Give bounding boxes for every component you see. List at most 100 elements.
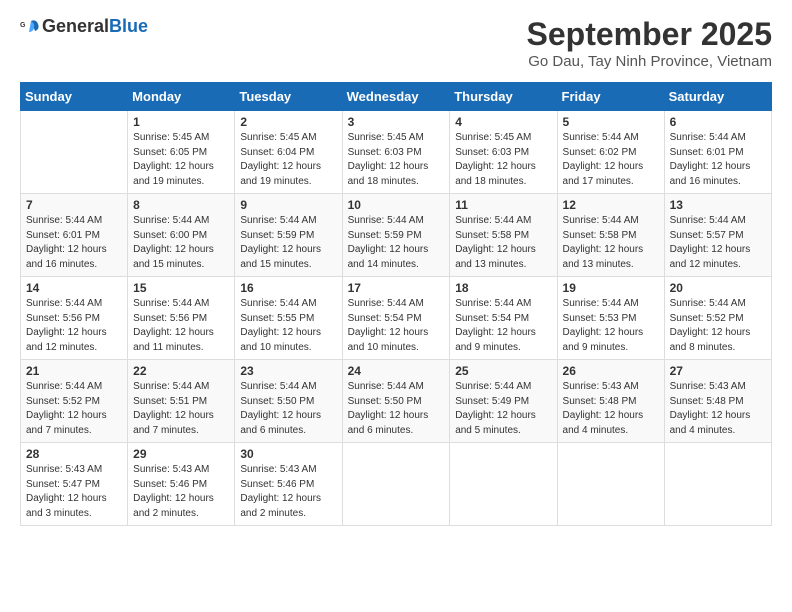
day-number: 30 — [240, 447, 336, 461]
location-title: Go Dau, Tay Ninh Province, Vietnam — [527, 53, 772, 70]
day-info: Sunrise: 5:44 AMSunset: 5:58 PMDaylight:… — [563, 214, 659, 272]
day-info: Sunrise: 5:44 AMSunset: 5:56 PMDaylight:… — [26, 297, 122, 355]
column-header-tuesday: Tuesday — [235, 83, 342, 111]
calendar-cell: 16Sunrise: 5:44 AMSunset: 5:55 PMDayligh… — [235, 277, 342, 360]
day-info: Sunrise: 5:44 AMSunset: 5:53 PMDaylight:… — [563, 297, 659, 355]
day-info: Sunrise: 5:44 AMSunset: 5:52 PMDaylight:… — [670, 297, 766, 355]
calendar-cell: 26 Sunrise: 5:43 AMSunset: 5:48 PMDayligh… — [557, 360, 664, 443]
day-number: 23 — [240, 364, 336, 378]
calendar-cell: 24 Sunrise: 5:44 AMSunset: 5:50 PMDayligh… — [342, 360, 450, 443]
logo-text-blue: Blue — [109, 16, 148, 36]
day-number: 8 — [133, 198, 229, 212]
day-number: 3 — [348, 115, 445, 129]
day-info: Sunrise: 5:44 AMSunset: 5:52 PMDaylight:… — [26, 380, 122, 438]
calendar-cell: 11 Sunrise: 5:44 AMSunset: 5:58 PMDayligh… — [450, 194, 557, 277]
column-header-thursday: Thursday — [450, 83, 557, 111]
column-header-saturday: Saturday — [664, 83, 771, 111]
calendar-cell: 2Sunrise: 5:45 AMSunset: 6:04 PMDaylight… — [235, 111, 342, 194]
day-info: Sunrise: 5:44 AMSunset: 5:54 PMDaylight:… — [348, 297, 445, 355]
calendar-cell: 9 Sunrise: 5:44 AMSunset: 5:59 PMDaylight… — [235, 194, 342, 277]
day-info: Sunrise: 5:44 AMSunset: 5:59 PMDaylight:… — [240, 214, 336, 272]
calendar-cell: 27Sunrise: 5:43 AMSunset: 5:48 PMDayligh… — [664, 360, 771, 443]
calendar-cell: 6 Sunrise: 5:44 AMSunset: 6:01 PMDaylight… — [664, 111, 771, 194]
calendar-cell: 30 Sunrise: 5:43 AMSunset: 5:46 PMDayligh… — [235, 443, 342, 526]
calendar-cell: 25Sunrise: 5:44 AMSunset: 5:49 PMDayligh… — [450, 360, 557, 443]
day-number: 2 — [240, 115, 336, 129]
day-info: Sunrise: 5:44 AMSunset: 5:50 PMDaylight:… — [348, 380, 445, 438]
day-info: Sunrise: 5:44 AMSunset: 5:55 PMDaylight:… — [240, 297, 336, 355]
calendar-cell — [450, 443, 557, 526]
day-number: 29 — [133, 447, 229, 461]
day-info: Sunrise: 5:43 AMSunset: 5:46 PMDaylight:… — [133, 463, 229, 521]
day-info: Sunrise: 5:43 AMSunset: 5:48 PMDaylight:… — [563, 380, 659, 438]
day-info: Sunrise: 5:44 AMSunset: 5:49 PMDaylight:… — [455, 380, 551, 438]
calendar-cell: 8 Sunrise: 5:44 AMSunset: 6:00 PMDaylight… — [128, 194, 235, 277]
month-title: September 2025 — [527, 16, 772, 53]
calendar-cell — [664, 443, 771, 526]
calendar-cell: 23 Sunrise: 5:44 AMSunset: 5:50 PMDayligh… — [235, 360, 342, 443]
day-info: Sunrise: 5:44 AMSunset: 5:56 PMDaylight:… — [133, 297, 229, 355]
day-number: 21 — [26, 364, 122, 378]
calendar-cell: 22 Sunrise: 5:44 AMSunset: 5:51 PMDayligh… — [128, 360, 235, 443]
day-info: Sunrise: 5:44 AMSunset: 6:01 PMDaylight:… — [670, 131, 766, 189]
day-info: Sunrise: 5:44 AMSunset: 6:02 PMDaylight:… — [563, 131, 659, 189]
day-number: 6 — [670, 115, 766, 129]
calendar-cell: 18Sunrise: 5:44 AMSunset: 5:54 PMDayligh… — [450, 277, 557, 360]
day-number: 4 — [455, 115, 551, 129]
day-info: Sunrise: 5:44 AMSunset: 6:00 PMDaylight:… — [133, 214, 229, 272]
day-number: 22 — [133, 364, 229, 378]
column-header-row: SundayMondayTuesdayWednesdayThursdayFrid… — [21, 83, 772, 111]
calendar-cell: 4 Sunrise: 5:45 AMSunset: 6:03 PMDaylight… — [450, 111, 557, 194]
day-number: 17 — [348, 281, 445, 295]
week-row-1: 1Sunrise: 5:45 AMSunset: 6:05 PMDaylight… — [21, 111, 772, 194]
day-number: 7 — [26, 198, 122, 212]
calendar-cell: 13Sunrise: 5:44 AMSunset: 5:57 PMDayligh… — [664, 194, 771, 277]
day-info: Sunrise: 5:44 AMSunset: 5:51 PMDaylight:… — [133, 380, 229, 438]
calendar-cell: 28 Sunrise: 5:43 AMSunset: 5:47 PMDayligh… — [21, 443, 128, 526]
day-info: Sunrise: 5:43 AMSunset: 5:46 PMDaylight:… — [240, 463, 336, 521]
day-number: 20 — [670, 281, 766, 295]
column-header-monday: Monday — [128, 83, 235, 111]
week-row-4: 21 Sunrise: 5:44 AMSunset: 5:52 PMDayligh… — [21, 360, 772, 443]
day-info: Sunrise: 5:43 AMSunset: 5:47 PMDaylight:… — [26, 463, 122, 521]
column-header-sunday: Sunday — [21, 83, 128, 111]
day-number: 11 — [455, 198, 551, 212]
day-number: 5 — [563, 115, 659, 129]
calendar-cell: 14 Sunrise: 5:44 AMSunset: 5:56 PMDayligh… — [21, 277, 128, 360]
day-number: 26 — [563, 364, 659, 378]
logo: G GeneralBlue — [20, 16, 148, 37]
day-number: 9 — [240, 198, 336, 212]
calendar-cell: 7 Sunrise: 5:44 AMSunset: 6:01 PMDaylight… — [21, 194, 128, 277]
calendar-cell — [557, 443, 664, 526]
day-info: Sunrise: 5:44 AMSunset: 5:50 PMDaylight:… — [240, 380, 336, 438]
calendar-cell: 5 Sunrise: 5:44 AMSunset: 6:02 PMDaylight… — [557, 111, 664, 194]
day-info: Sunrise: 5:44 AMSunset: 5:58 PMDaylight:… — [455, 214, 551, 272]
column-header-friday: Friday — [557, 83, 664, 111]
calendar-cell: 19Sunrise: 5:44 AMSunset: 5:53 PMDayligh… — [557, 277, 664, 360]
week-row-3: 14 Sunrise: 5:44 AMSunset: 5:56 PMDayligh… — [21, 277, 772, 360]
calendar-cell: 29 Sunrise: 5:43 AMSunset: 5:46 PMDayligh… — [128, 443, 235, 526]
calendar-cell: 15Sunrise: 5:44 AMSunset: 5:56 PMDayligh… — [128, 277, 235, 360]
day-info: Sunrise: 5:45 AMSunset: 6:05 PMDaylight:… — [133, 131, 229, 189]
logo-text-general: General — [42, 16, 109, 36]
page-header: G GeneralBlue September 2025 Go Dau, Tay… — [20, 16, 772, 70]
day-info: Sunrise: 5:45 AMSunset: 6:03 PMDaylight:… — [455, 131, 551, 189]
calendar-cell: 12Sunrise: 5:44 AMSunset: 5:58 PMDayligh… — [557, 194, 664, 277]
day-number: 28 — [26, 447, 122, 461]
day-info: Sunrise: 5:44 AMSunset: 5:59 PMDaylight:… — [348, 214, 445, 272]
day-info: Sunrise: 5:44 AMSunset: 6:01 PMDaylight:… — [26, 214, 122, 272]
calendar-cell: 10 Sunrise: 5:44 AMSunset: 5:59 PMDayligh… — [342, 194, 450, 277]
day-number: 14 — [26, 281, 122, 295]
calendar-cell: 20 Sunrise: 5:44 AMSunset: 5:52 PMDayligh… — [664, 277, 771, 360]
week-row-5: 28 Sunrise: 5:43 AMSunset: 5:47 PMDayligh… — [21, 443, 772, 526]
day-number: 24 — [348, 364, 445, 378]
week-row-2: 7 Sunrise: 5:44 AMSunset: 6:01 PMDaylight… — [21, 194, 772, 277]
calendar-cell: 1Sunrise: 5:45 AMSunset: 6:05 PMDaylight… — [128, 111, 235, 194]
day-number: 10 — [348, 198, 445, 212]
day-number: 18 — [455, 281, 551, 295]
calendar-cell — [342, 443, 450, 526]
day-number: 13 — [670, 198, 766, 212]
svg-text:G: G — [20, 22, 26, 29]
calendar-cell — [21, 111, 128, 194]
day-number: 27 — [670, 364, 766, 378]
